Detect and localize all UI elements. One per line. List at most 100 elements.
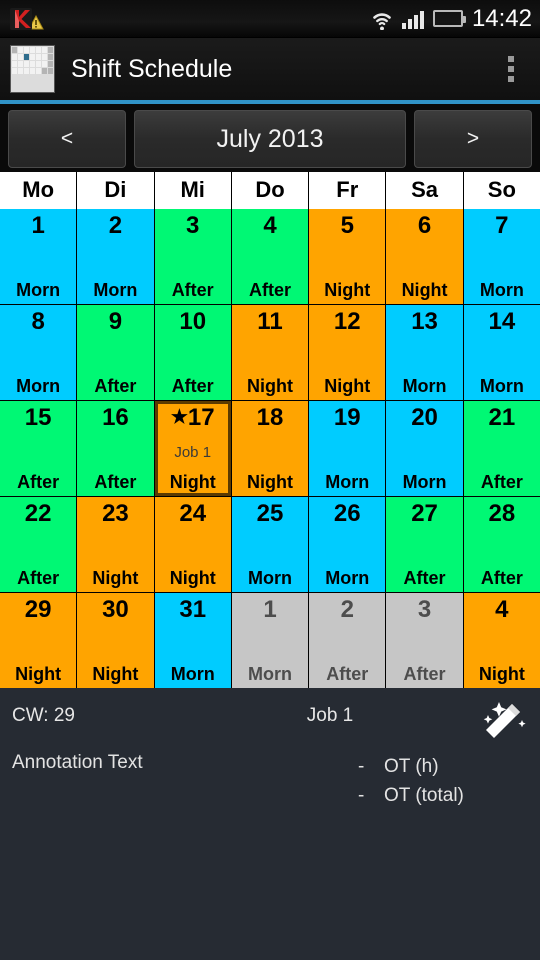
day-shift-label: After	[403, 568, 446, 588]
day-number-text: 29	[24, 596, 52, 623]
selected-job-label: Job 1	[306, 705, 354, 726]
day-number: 26	[334, 502, 361, 526]
calendar-day-cell[interactable]: 21 After	[463, 401, 540, 496]
calendar-day-cell[interactable]: 24 Night	[154, 497, 231, 592]
calendar-day-cell[interactable]: ★17 Job 1 Night	[154, 401, 231, 496]
day-shift-label: Night	[15, 664, 62, 684]
day-number-text: 4	[263, 212, 277, 239]
calendar-day-cell[interactable]: 18 Night	[231, 401, 309, 496]
calendar-day-cell[interactable]: 29 Night	[0, 593, 77, 688]
weekday-header-di: Di	[77, 172, 154, 209]
day-shift-label: Morn	[247, 664, 292, 684]
day-shift-label: After	[17, 472, 60, 492]
weekday-header-so: So	[463, 172, 540, 209]
calendar-app-icon[interactable]	[10, 45, 55, 93]
day-number: 7	[495, 214, 508, 238]
weekday-header-sa: Sa	[386, 172, 463, 209]
day-number-text: 10	[179, 308, 207, 335]
calendar-day-cell[interactable]: 7 Morn	[463, 209, 540, 304]
calendar-day-cell[interactable]: 19 Morn	[309, 401, 386, 496]
calendar-day-cell[interactable]: 2 After	[309, 593, 386, 688]
day-number: 3	[186, 214, 199, 238]
day-number-text: 24	[179, 500, 207, 527]
star-icon: ★	[170, 407, 188, 428]
calendar-day-cell[interactable]: 27 After	[386, 497, 463, 592]
day-number: ★17	[171, 406, 215, 430]
calendar-day-cell[interactable]: 13 Morn	[386, 305, 463, 400]
day-number-text: 23	[102, 500, 129, 527]
day-number: 22	[25, 502, 52, 526]
kaspersky-icon	[8, 6, 34, 32]
day-job-label: Job 1	[174, 444, 212, 461]
calendar-day-cell[interactable]: 3 After	[386, 593, 463, 688]
day-shift-label: After	[403, 664, 446, 684]
calendar-day-cell[interactable]: 9 After	[77, 305, 154, 400]
calendar-day-cell[interactable]: 1 Morn	[231, 593, 309, 688]
weekday-header-row: Mo Di Mi Do Fr Sa So	[0, 172, 540, 209]
overtime-label: OT (total)	[384, 785, 464, 806]
calendar-day-cell[interactable]: 1 Morn	[0, 209, 77, 304]
day-number-text: 18	[256, 404, 284, 431]
day-number-text: 30	[102, 596, 129, 623]
month-navigation: < July 2013 >	[0, 104, 540, 172]
calendar-grid[interactable]: 1 Morn 2 Morn 3 After 4 After 5 Night 6 Night 7 Morn 8…	[0, 209, 540, 688]
day-shift-label: Night	[401, 280, 448, 300]
calendar-day-cell[interactable]: 31 Morn	[154, 593, 231, 688]
day-number: 18	[257, 406, 284, 430]
day-number-text: 11	[257, 308, 283, 335]
day-number: 30	[102, 598, 129, 622]
signal-icon	[401, 9, 426, 29]
day-number-text: 17	[187, 404, 215, 431]
next-month-button[interactable]: >	[414, 110, 532, 168]
day-shift-label: Night	[169, 568, 216, 588]
calendar-day-cell[interactable]: 28 After	[463, 497, 540, 592]
day-number-text: 9	[108, 308, 123, 335]
calendar-day-cell[interactable]: 14 Morn	[463, 305, 540, 400]
calendar-day-cell[interactable]: 12 Night	[309, 305, 386, 400]
calendar-day-cell[interactable]: 2 Morn	[77, 209, 154, 304]
day-shift-label: Night	[92, 568, 139, 588]
calendar-day-cell[interactable]: 4 After	[231, 209, 309, 304]
calendar-day-cell[interactable]: 3 After	[154, 209, 231, 304]
annotation-text[interactable]: Annotation Text	[12, 752, 358, 810]
day-number-text: 4	[495, 596, 509, 623]
day-number-text: 3	[186, 212, 200, 239]
day-number: 16	[102, 406, 129, 430]
calendar-day-cell[interactable]: 5 Night	[309, 209, 386, 304]
overflow-menu-icon[interactable]	[500, 56, 530, 82]
calendar-day-cell[interactable]: 15 After	[0, 401, 77, 496]
calendar-day-cell[interactable]: 26 Morn	[309, 497, 386, 592]
calendar-day-cell[interactable]: 10 After	[154, 305, 231, 400]
calendar-day-cell[interactable]: 8 Morn	[0, 305, 77, 400]
status-bar: 14:42	[0, 0, 540, 38]
calendar-day-cell[interactable]: 25 Morn	[231, 497, 309, 592]
weekday-header-fr: Fr	[309, 172, 386, 209]
calendar-day-cell[interactable]: 20 Morn	[386, 401, 463, 496]
prev-month-button[interactable]: <	[8, 110, 126, 168]
calendar-day-cell[interactable]: 11 Night	[231, 305, 309, 400]
day-number-text: 21	[488, 404, 516, 431]
calendar-day-cell[interactable]: 4 Night	[463, 593, 540, 688]
day-shift-label: After	[480, 568, 523, 588]
day-shift-label: After	[94, 376, 137, 396]
weekday-header-mi: Mi	[154, 172, 231, 209]
calendar-day-cell[interactable]: 16 After	[77, 401, 154, 496]
calendar-day-cell[interactable]: 23 Night	[77, 497, 154, 592]
day-number: 24	[179, 502, 206, 526]
day-shift-label: After	[94, 472, 137, 492]
overtime-row: - OT (h)	[358, 752, 528, 781]
current-month-button[interactable]: July 2013	[134, 110, 406, 168]
day-number: 20	[411, 406, 438, 430]
overtime-label: OT (h)	[384, 756, 439, 777]
day-number-text: 2	[108, 212, 123, 239]
day-number-text: 8	[31, 308, 45, 335]
magic-wand-icon[interactable]	[474, 694, 530, 750]
day-shift-label: Morn	[325, 568, 370, 588]
day-shift-label: Morn	[170, 664, 215, 684]
calendar-day-cell[interactable]: 6 Night	[386, 209, 463, 304]
day-number: 1	[263, 598, 276, 622]
day-number-text: 27	[411, 500, 438, 527]
calendar-day-cell[interactable]: 30 Night	[77, 593, 154, 688]
day-number-text: 22	[24, 500, 52, 527]
calendar-day-cell[interactable]: 22 After	[0, 497, 77, 592]
